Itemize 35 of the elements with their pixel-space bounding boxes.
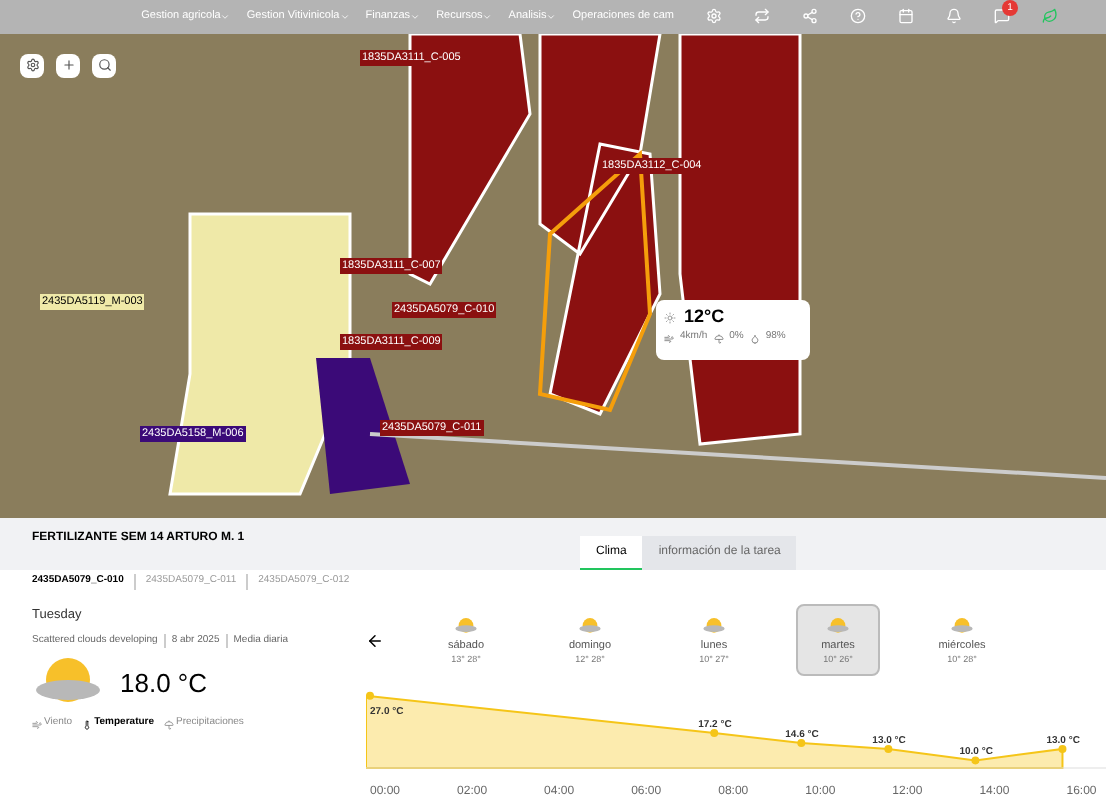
gear-icon — [25, 58, 39, 73]
partly-cloudy-icon — [826, 613, 850, 637]
data-point — [884, 745, 893, 753]
help-icon[interactable] — [850, 8, 866, 25]
umbrella-icon — [713, 333, 724, 344]
calendar-icon[interactable] — [898, 8, 914, 25]
partly-cloudy-icon — [950, 613, 974, 637]
data-point — [710, 729, 719, 738]
popup-temperature: 12°C — [684, 303, 725, 330]
data-point — [971, 756, 980, 765]
search-button[interactable] — [92, 53, 116, 78]
layers-button[interactable] — [20, 53, 44, 78]
thermometer-icon — [82, 719, 93, 729]
wind-icon — [32, 719, 42, 729]
droplet-icon — [749, 333, 760, 344]
umbrella-icon — [164, 719, 175, 729]
current-temperature: 18.0 °C — [120, 665, 208, 701]
search-icon — [97, 58, 111, 73]
partly-cloudy-icon — [702, 613, 726, 637]
swap-icon[interactable] — [754, 8, 770, 25]
plus-icon — [61, 58, 75, 73]
bell-icon[interactable] — [946, 8, 962, 25]
data-point — [366, 691, 374, 700]
sun-icon — [664, 311, 676, 324]
gear-icon[interactable] — [706, 8, 722, 25]
partly-cloudy-icon — [454, 613, 478, 637]
data-point — [797, 738, 806, 747]
leaf-icon[interactable] — [1042, 8, 1058, 25]
zoom-in-button[interactable] — [56, 53, 80, 78]
wind-icon — [664, 333, 674, 344]
message-icon[interactable] — [994, 8, 1010, 25]
data-point — [1058, 745, 1067, 753]
partly-cloudy-icon — [578, 613, 602, 637]
back-arrow-icon[interactable] — [366, 631, 384, 649]
network-icon[interactable] — [802, 8, 818, 25]
